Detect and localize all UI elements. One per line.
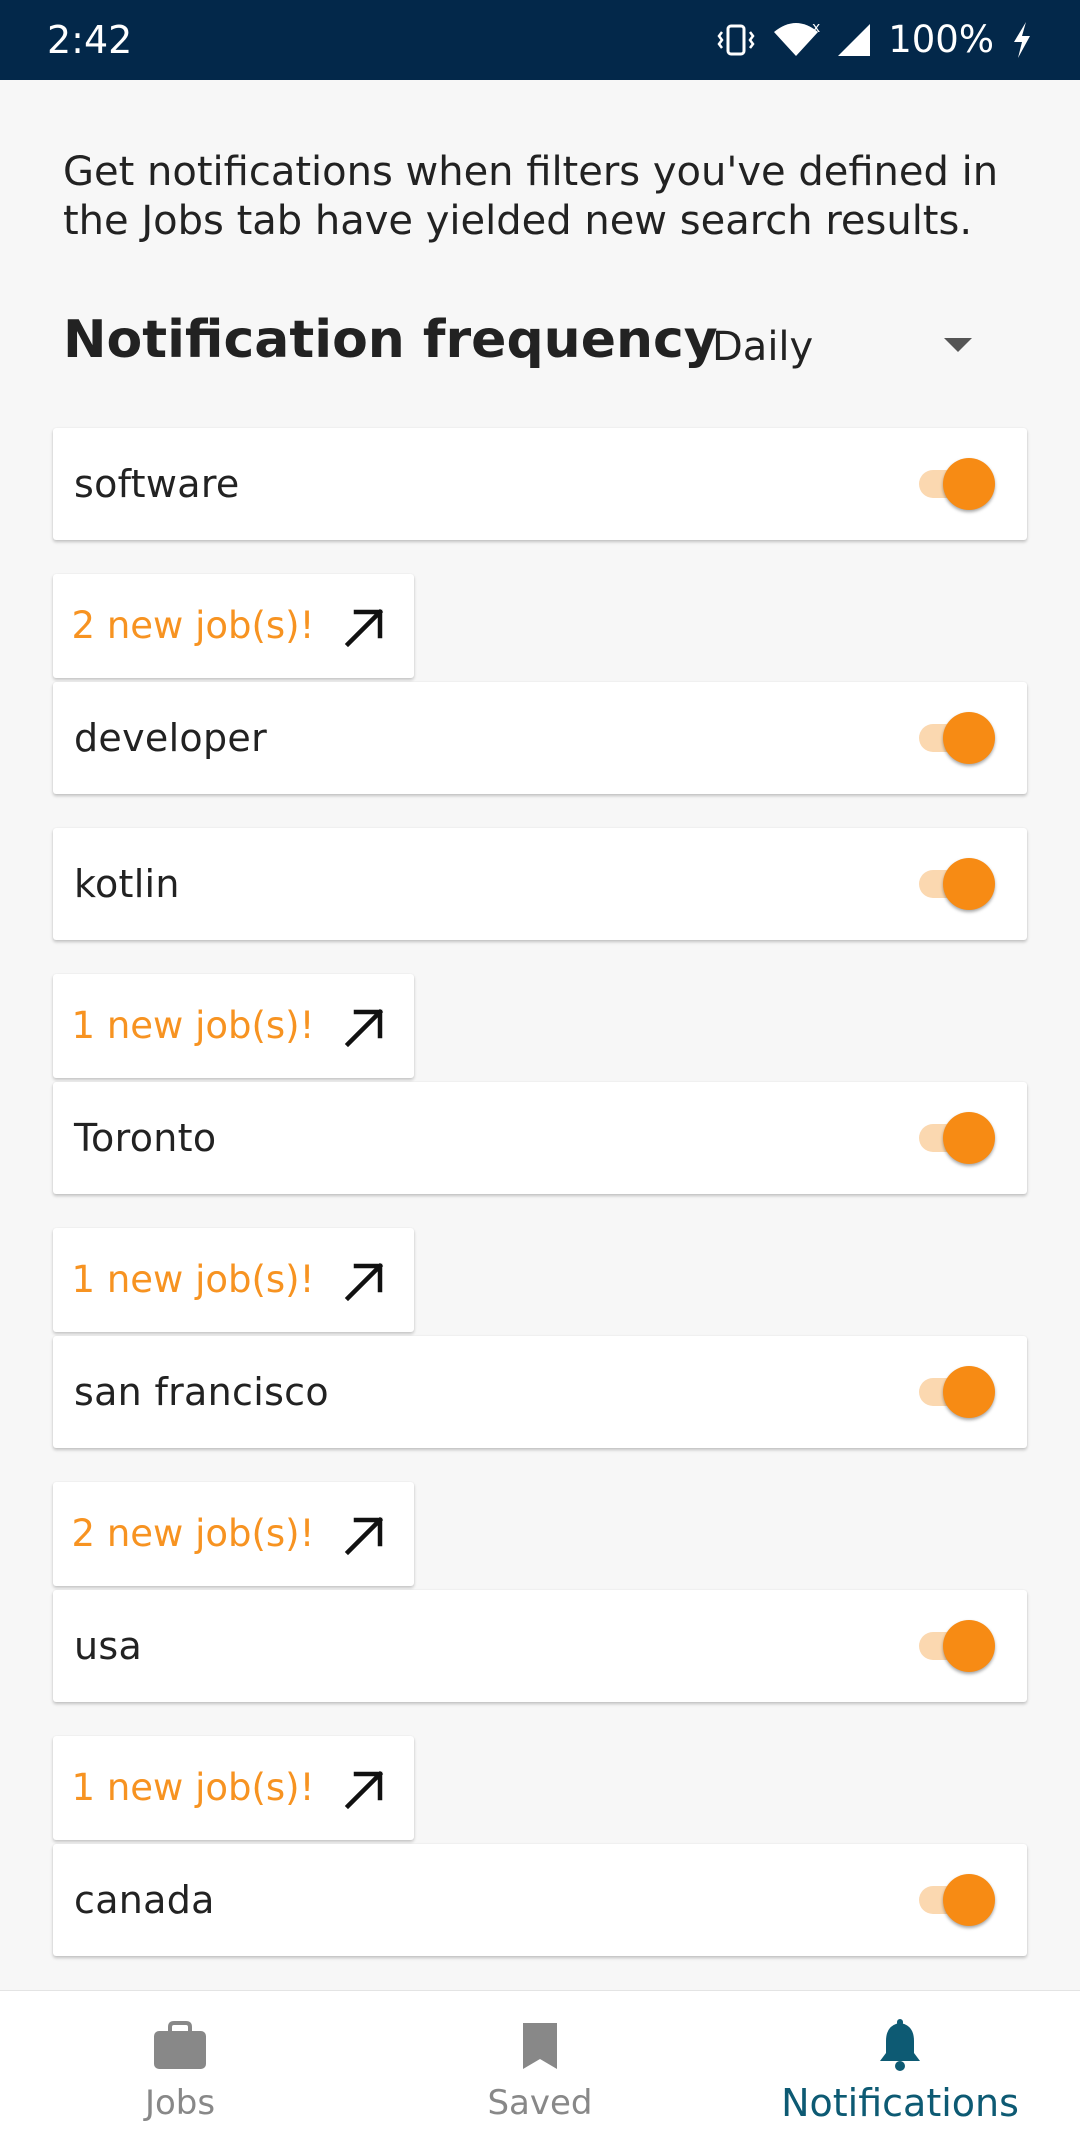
bookmark-icon <box>519 2017 561 2075</box>
new-jobs-button[interactable]: 1 new job(s)! <box>53 974 414 1078</box>
filter-label: Toronto <box>74 1116 217 1160</box>
filter-card: developer <box>53 682 1027 794</box>
filter-label: san francisco <box>74 1370 329 1414</box>
nav-label-jobs: Jobs <box>144 2083 216 2123</box>
new-jobs-label: 2 new job(s)! <box>71 1512 315 1555</box>
filter-label: usa <box>74 1624 143 1668</box>
filter-toggle[interactable] <box>915 1112 997 1164</box>
new-jobs-button[interactable]: 1 new job(s)! <box>53 1736 414 1840</box>
new-jobs-button[interactable]: 2 new job(s)! <box>53 574 414 678</box>
charging-icon <box>1010 20 1034 60</box>
arrow-up-right-icon <box>342 1260 386 1308</box>
nav-item-notifications[interactable]: Notifications <box>770 1991 1030 2141</box>
nav-label-saved: Saved <box>487 2083 593 2123</box>
status-time: 2:42 <box>47 18 133 62</box>
filter-label: developer <box>74 716 267 760</box>
signal-icon <box>836 20 872 60</box>
status-icons: x 100% <box>716 16 1034 64</box>
filter-card: software <box>53 428 1027 540</box>
chevron-down-icon <box>944 338 972 352</box>
bottom-nav: Jobs Saved Notifications <box>0 1990 1080 2141</box>
arrow-up-right-icon <box>342 1768 386 1816</box>
toggle-thumb <box>943 1874 995 1926</box>
toggle-thumb <box>943 712 995 764</box>
filter-toggle[interactable] <box>915 712 997 764</box>
intro-text: Get notifications when filters you've de… <box>63 149 999 244</box>
new-jobs-label: 1 new job(s)! <box>71 1004 315 1047</box>
battery-text: 100% <box>888 18 994 61</box>
filter-label: software <box>74 462 240 506</box>
svg-text:x: x <box>812 20 820 36</box>
filter-toggle[interactable] <box>915 1366 997 1418</box>
new-jobs-button[interactable]: 2 new job(s)! <box>53 1482 414 1586</box>
frequency-dropdown[interactable]: Daily <box>700 312 990 382</box>
frequency-value: Daily <box>712 324 814 370</box>
filter-card: usa <box>53 1590 1027 1702</box>
filter-card: kotlin <box>53 828 1027 940</box>
toggle-thumb <box>943 458 995 510</box>
filter-label: kotlin <box>74 862 180 906</box>
wifi-icon: x <box>772 20 820 60</box>
new-jobs-label: 2 new job(s)! <box>71 604 315 647</box>
toggle-thumb <box>943 858 995 910</box>
filter-toggle[interactable] <box>915 858 997 910</box>
frequency-title: Notification frequency <box>63 310 718 370</box>
new-jobs-label: 1 new job(s)! <box>71 1258 315 1301</box>
briefcase-icon <box>152 2017 208 2075</box>
filter-toggle[interactable] <box>915 458 997 510</box>
nav-label-notifications: Notifications <box>781 2081 1019 2125</box>
vibrate-icon <box>716 20 756 60</box>
filter-toggle[interactable] <box>915 1620 997 1672</box>
new-jobs-label: 1 new job(s)! <box>71 1766 315 1809</box>
filter-list: software 2 new job(s)! developer kotlin … <box>53 428 1027 1990</box>
filter-card: san francisco <box>53 1336 1027 1448</box>
filter-label: canada <box>74 1878 215 1922</box>
arrow-up-right-icon <box>342 606 386 654</box>
bell-icon <box>876 2017 924 2075</box>
toggle-thumb <box>943 1112 995 1164</box>
arrow-up-right-icon <box>342 1514 386 1562</box>
new-jobs-button[interactable]: 1 new job(s)! <box>53 1228 414 1332</box>
filter-card: canada <box>53 1844 1027 1956</box>
arrow-up-right-icon <box>342 1006 386 1054</box>
filter-toggle[interactable] <box>915 1874 997 1926</box>
filter-card: Toronto <box>53 1082 1027 1194</box>
nav-item-jobs[interactable]: Jobs <box>90 1991 270 2141</box>
nav-item-saved[interactable]: Saved <box>450 1991 630 2141</box>
status-bar: 2:42 x 100% <box>0 0 1080 80</box>
toggle-thumb <box>943 1366 995 1418</box>
toggle-thumb <box>943 1620 995 1672</box>
